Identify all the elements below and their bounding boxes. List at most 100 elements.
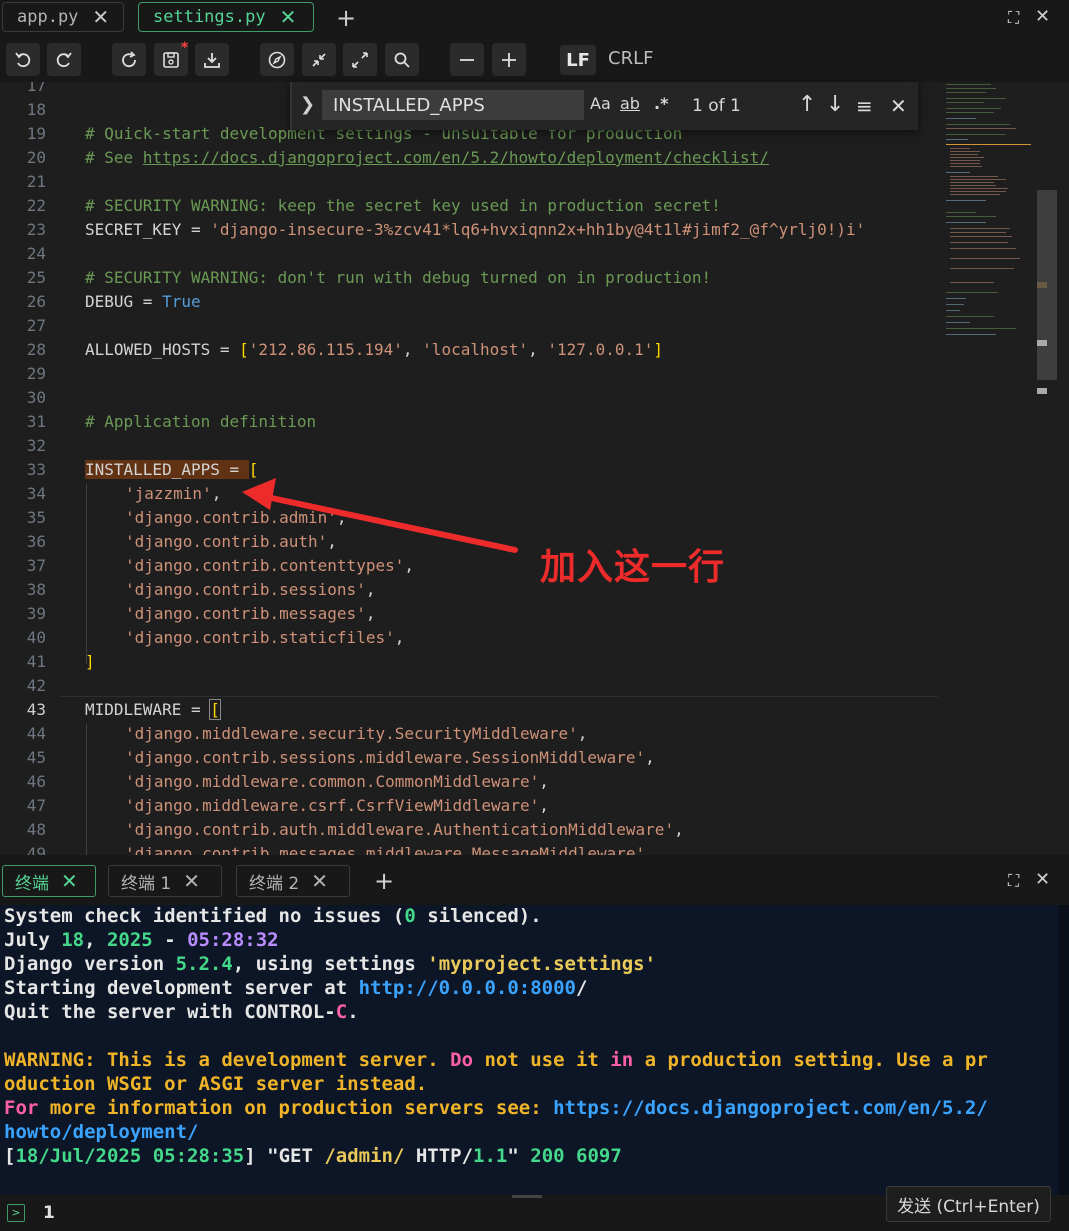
text: Django version bbox=[4, 953, 176, 975]
number: 0 bbox=[404, 905, 416, 927]
terminal-line: oduction WSGI or ASGI server instead. bbox=[4, 1073, 428, 1095]
find-widget: ❯ INSTALLED_APPS Aa ab .* 1 of 1 ↑ ↓ ≡ ✕ bbox=[290, 82, 918, 130]
tab-label: app.py bbox=[17, 7, 79, 27]
close-icon[interactable]: ✕ bbox=[61, 869, 78, 893]
keyword: For bbox=[4, 1097, 39, 1119]
refresh-icon bbox=[122, 50, 136, 67]
find-input[interactable]: INSTALLED_APPS bbox=[322, 90, 584, 120]
server-url-link[interactable]: http://0.0.0.0:8000 bbox=[359, 977, 576, 999]
tab-bar: app.py ✕ settings.py ✕ + ⛶ ✕ bbox=[0, 0, 1069, 37]
minimap[interactable] bbox=[942, 82, 1037, 352]
minus-icon bbox=[460, 58, 474, 61]
warning-text: WARNING: This is a development server. bbox=[4, 1049, 451, 1071]
terminal-tab-main[interactable]: 终端 ✕ bbox=[2, 865, 96, 897]
docs-link[interactable]: https://docs.djangoproject.com/en/5.2/ bbox=[553, 1097, 988, 1119]
undo-icon bbox=[15, 51, 31, 67]
download-button[interactable] bbox=[195, 43, 229, 76]
horizontal-scrollbar[interactable] bbox=[512, 1195, 542, 1198]
text: ] bbox=[244, 1145, 256, 1167]
text: silenced). bbox=[415, 905, 542, 927]
tab-app-py[interactable]: app.py ✕ bbox=[2, 2, 124, 32]
minimize-arrows-icon bbox=[312, 52, 326, 67]
terminal-line: [18/Jul/2025 05:28:35] "GET /admin/ HTTP… bbox=[4, 1145, 622, 1167]
keyword: Do bbox=[450, 1049, 474, 1071]
regex-toggle[interactable]: .* bbox=[654, 94, 668, 113]
terminal-line: WARNING: This is a development server. D… bbox=[4, 1049, 988, 1071]
code-editor[interactable]: 17 18 19 20 21 22 23 24 25 26 27 28 29 3… bbox=[0, 82, 1069, 855]
terminal-line: Django version 5.2.4, using settings 'my… bbox=[4, 953, 656, 975]
maximize-arrows-icon bbox=[352, 51, 368, 68]
maximize-icon[interactable]: ⛶ bbox=[1008, 871, 1019, 891]
keyword: in bbox=[610, 1049, 634, 1071]
maximize-icon[interactable]: ⛶ bbox=[1008, 8, 1019, 28]
arrow-down-icon[interactable]: ↓ bbox=[826, 92, 844, 117]
text: , using settings bbox=[232, 953, 428, 975]
lf-button[interactable]: LF bbox=[560, 45, 596, 75]
text: Quit the server with CONTROL- bbox=[4, 1001, 336, 1023]
arrow-up-icon[interactable]: ↑ bbox=[798, 92, 816, 117]
navigate-button[interactable] bbox=[260, 43, 294, 76]
new-tab-plus-icon[interactable]: + bbox=[336, 6, 356, 30]
terminal-line: July 18, 2025 - 05:28:32 bbox=[4, 929, 279, 951]
search-icon bbox=[394, 52, 410, 68]
editor-scrollbar[interactable] bbox=[1037, 190, 1057, 380]
new-terminal-plus-icon[interactable]: + bbox=[374, 869, 394, 893]
close-panel-icon[interactable]: ✕ bbox=[1035, 869, 1050, 890]
unsaved-indicator-icon: * bbox=[181, 40, 189, 56]
terminal-line: Starting development server at http://0.… bbox=[4, 977, 587, 999]
warning-text: a production setting. Use a pr bbox=[633, 1049, 988, 1071]
scrollbar-marker bbox=[1037, 388, 1047, 394]
close-icon[interactable]: ✕ bbox=[183, 869, 200, 893]
terminal-prompt-icon[interactable]: > bbox=[7, 1204, 25, 1222]
redo-button[interactable] bbox=[47, 43, 81, 76]
text: / bbox=[575, 977, 588, 999]
find-in-selection-icon[interactable]: ≡ bbox=[856, 94, 873, 118]
annotation-text: 加入这一行 bbox=[540, 547, 726, 588]
crlf-button[interactable]: CRLF bbox=[608, 48, 653, 69]
warning-text: not use it bbox=[473, 1049, 611, 1071]
zoom-in-button[interactable] bbox=[492, 43, 526, 76]
download-icon bbox=[204, 52, 220, 68]
terminal-line: System check identified no issues (0 sil… bbox=[4, 905, 542, 927]
timestamp: 18/Jul/2025 05:28:35 bbox=[15, 1145, 245, 1167]
close-window-icon[interactable]: ✕ bbox=[1035, 6, 1050, 27]
reload-button[interactable] bbox=[112, 43, 146, 76]
terminal-line: Quit the server with CONTROL-C. bbox=[4, 1001, 359, 1023]
text: July bbox=[4, 929, 62, 951]
compass-icon bbox=[268, 51, 286, 68]
terminal-scrollbar[interactable] bbox=[1058, 905, 1069, 1195]
terminal-tab-label: 终端 bbox=[15, 873, 49, 894]
tab-settings-py[interactable]: settings.py ✕ bbox=[138, 2, 314, 32]
terminal-tab-bar: 终端 ✕ 终端 1 ✕ 终端 2 ✕ + ⛶ ✕ bbox=[0, 855, 1069, 905]
terminal-line-link[interactable]: howto/deployment/ bbox=[4, 1121, 198, 1143]
expand-button[interactable] bbox=[343, 43, 377, 76]
number: 2025 bbox=[106, 929, 153, 951]
chevron-right-icon[interactable]: ❯ bbox=[300, 94, 315, 115]
terminal-tab-2[interactable]: 终端 2 ✕ bbox=[236, 865, 350, 897]
close-icon[interactable]: ✕ bbox=[311, 869, 328, 893]
text: [ bbox=[4, 1145, 16, 1167]
close-icon[interactable]: ✕ bbox=[92, 5, 109, 29]
terminal-tab-1[interactable]: 终端 1 ✕ bbox=[108, 865, 222, 897]
terminal-output[interactable]: System check identified no issues (0 sil… bbox=[0, 905, 1058, 1195]
text: - bbox=[152, 929, 188, 951]
close-icon[interactable]: ✕ bbox=[890, 94, 907, 118]
tab-label: settings.py bbox=[153, 7, 266, 27]
warning-text: more information on production servers s… bbox=[38, 1097, 554, 1119]
search-button[interactable] bbox=[385, 43, 419, 76]
number: 18 bbox=[61, 929, 85, 951]
whole-word-toggle[interactable]: ab bbox=[620, 94, 640, 113]
match-count: 1 of 1 bbox=[692, 96, 741, 116]
match-case-toggle[interactable]: Aa bbox=[590, 94, 611, 113]
text bbox=[565, 1145, 576, 1167]
terminal-count: 1 bbox=[43, 1203, 55, 1223]
plus-icon bbox=[502, 52, 516, 67]
zoom-out-button[interactable] bbox=[450, 43, 484, 76]
close-icon[interactable]: ✕ bbox=[280, 5, 297, 29]
version: 5.2.4 bbox=[175, 953, 233, 975]
text: System check identified no issues ( bbox=[4, 905, 405, 927]
collapse-button[interactable] bbox=[302, 43, 336, 76]
undo-button[interactable] bbox=[6, 43, 40, 76]
text: "GET bbox=[255, 1145, 325, 1167]
send-button[interactable]: 发送 (Ctrl+Enter) bbox=[886, 1186, 1051, 1222]
